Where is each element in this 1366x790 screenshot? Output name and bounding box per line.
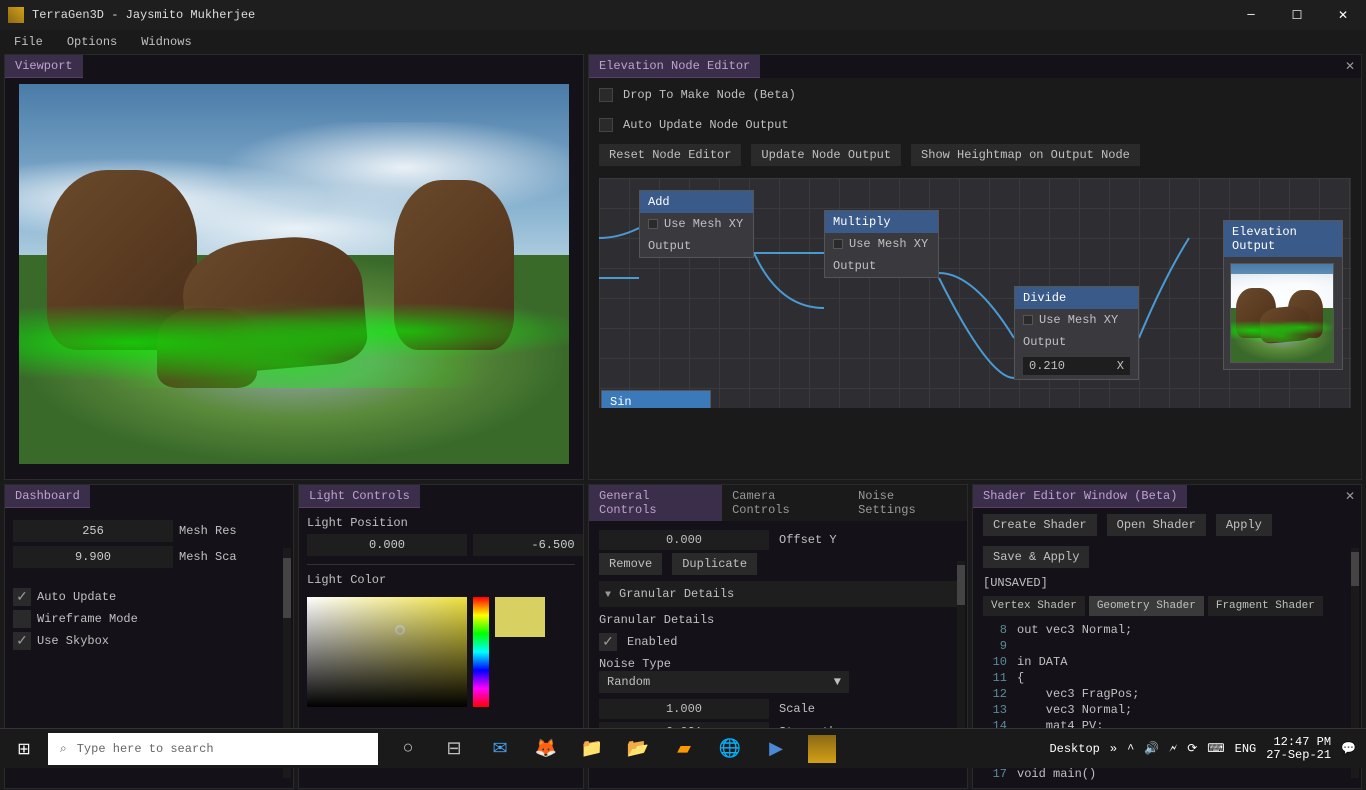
maximize-button[interactable]: ☐ — [1274, 0, 1320, 30]
open-shader-button[interactable]: Open Shader — [1107, 514, 1206, 536]
node-output-title: Elevation Output — [1224, 221, 1342, 257]
task-view-icon[interactable]: ⊟ — [434, 729, 474, 769]
node-elevation-output[interactable]: Elevation Output — [1223, 220, 1343, 370]
color-hue-slider[interactable] — [473, 597, 489, 707]
node-divide-title: Divide — [1015, 287, 1138, 309]
apply-shader-button[interactable]: Apply — [1216, 514, 1272, 536]
node-multiply-title: Multiply — [825, 211, 938, 233]
auto-update-node-label: Auto Update Node Output — [623, 118, 789, 132]
notification-icon[interactable]: 💬 — [1341, 741, 1356, 756]
tab-vertex-shader[interactable]: Vertex Shader — [983, 596, 1085, 616]
node-add-title: Add — [640, 191, 753, 213]
drop-node-label: Drop To Make Node (Beta) — [623, 88, 796, 102]
wireframe-checkbox[interactable] — [13, 610, 31, 628]
start-button[interactable]: ⊞ — [0, 729, 48, 769]
auto-update-node-checkbox[interactable] — [599, 118, 613, 132]
taskbar: ⊞ ⌕ Type here to search ○ ⊟ ✉ 🦊 📁 📂 ▰ 🌐 … — [0, 728, 1366, 768]
light-y-field[interactable] — [473, 534, 583, 556]
desktop-toolbar[interactable]: Desktop — [1049, 742, 1099, 756]
scale-field[interactable]: 1.000 — [599, 699, 769, 719]
shader-tab[interactable]: Shader Editor Window (Beta) — [973, 485, 1187, 508]
viewport-tab[interactable]: Viewport — [5, 55, 83, 78]
explorer-icon[interactable]: 📁 — [572, 729, 612, 769]
skybox-checkbox[interactable] — [13, 632, 31, 650]
terragen-icon[interactable] — [808, 735, 836, 763]
tab-fragment-shader[interactable]: Fragment Shader — [1208, 596, 1323, 616]
cortana-icon[interactable]: ○ — [388, 729, 428, 769]
menu-windows[interactable]: Widnows — [141, 35, 191, 49]
window-title: TerraGen3D - Jaysmito Mukherjee — [32, 8, 1228, 22]
create-shader-button[interactable]: Create Shader — [983, 514, 1097, 536]
node-sin-title: Sin — [602, 391, 710, 408]
mesh-scale-field[interactable] — [13, 546, 173, 568]
firefox-icon[interactable]: 🦊 — [526, 729, 566, 769]
drop-node-checkbox[interactable] — [599, 88, 613, 102]
node-multiply[interactable]: Multiply Use Mesh XY Output — [824, 210, 939, 278]
sublime-icon[interactable]: ▰ — [664, 729, 704, 769]
dashboard-scrollbar[interactable] — [283, 558, 291, 618]
close-icon[interactable]: ✕ — [1345, 59, 1355, 74]
battery-icon[interactable]: 🗲 — [1169, 742, 1177, 756]
node-canvas[interactable]: Add Use Mesh XY Output Multiply Use Mesh… — [599, 178, 1351, 408]
node-editor-panel: Elevation Node Editor ✕ Drop To Make Nod… — [588, 54, 1362, 480]
remove-button[interactable]: Remove — [599, 553, 662, 575]
node-sin[interactable]: Sin — [601, 390, 711, 408]
folder-icon[interactable]: 📂 — [618, 729, 658, 769]
granular-header[interactable]: Granular Details — [599, 581, 957, 607]
close-button[interactable]: ✕ — [1320, 0, 1366, 30]
menu-options[interactable]: Options — [67, 35, 117, 49]
reset-node-button[interactable]: Reset Node Editor — [599, 144, 741, 166]
enabled-checkbox[interactable] — [599, 633, 617, 651]
tray-up-icon[interactable]: ^ — [1127, 742, 1134, 756]
tab-geometry-shader[interactable]: Geometry Shader — [1089, 596, 1204, 616]
light-position-label: Light Position — [307, 516, 575, 530]
app-icon — [8, 7, 24, 23]
chevron-down-icon: ▼ — [834, 675, 841, 689]
close-icon[interactable]: ✕ — [1345, 489, 1355, 504]
powershell-icon[interactable]: ▶ — [756, 729, 796, 769]
clock[interactable]: 12:47 PM 27-Sep-21 — [1266, 736, 1331, 762]
tab-camera[interactable]: Camera Controls — [722, 485, 848, 521]
clear-value-button[interactable]: X — [1117, 359, 1124, 373]
duplicate-button[interactable]: Duplicate — [672, 553, 757, 575]
shader-scrollbar[interactable] — [1351, 552, 1359, 586]
viewport-panel: Viewport — [4, 54, 584, 480]
chevron-down-icon — [605, 587, 611, 601]
mesh-res-field[interactable] — [13, 520, 173, 542]
node-divide[interactable]: Divide Use Mesh XY Output 0.210X — [1014, 286, 1139, 380]
search-icon: ⌕ — [60, 742, 67, 756]
offset-y-field[interactable]: 0.000 — [599, 530, 769, 550]
taskbar-search[interactable]: ⌕ Type here to search — [48, 733, 378, 765]
tray-chevron-icon[interactable]: » — [1110, 742, 1117, 756]
language-indicator[interactable]: ENG — [1235, 742, 1257, 756]
dashboard-tab[interactable]: Dashboard — [5, 485, 90, 508]
tab-noise[interactable]: Noise Settings — [848, 485, 967, 521]
sync-icon[interactable]: ⟳ — [1187, 741, 1197, 756]
light-tab[interactable]: Light Controls — [299, 485, 420, 508]
mail-icon[interactable]: ✉ — [480, 729, 520, 769]
windows-icon: ⊞ — [17, 739, 30, 759]
update-node-button[interactable]: Update Node Output — [751, 144, 901, 166]
volume-icon[interactable]: 🔊 — [1144, 741, 1159, 756]
viewport-render[interactable] — [19, 84, 569, 464]
show-heightmap-button[interactable]: Show Heightmap on Output Node — [911, 144, 1140, 166]
chrome-icon[interactable]: 🌐 — [710, 729, 750, 769]
node-editor-tab[interactable]: Elevation Node Editor — [589, 55, 760, 78]
save-apply-button[interactable]: Save & Apply — [983, 546, 1089, 568]
light-x-field[interactable] — [307, 534, 467, 556]
unsaved-label: [UNSAVED] — [983, 576, 1351, 590]
light-color-label: Light Color — [307, 573, 575, 587]
minimize-button[interactable]: ─ — [1228, 0, 1274, 30]
color-saturation-value[interactable] — [307, 597, 467, 707]
node-add[interactable]: Add Use Mesh XY Output — [639, 190, 754, 258]
auto-update-checkbox[interactable] — [13, 588, 31, 606]
color-swatch — [495, 597, 545, 637]
menu-file[interactable]: File — [14, 35, 43, 49]
output-thumbnail — [1230, 263, 1334, 363]
tab-general[interactable]: General Controls — [589, 485, 722, 521]
noise-type-select[interactable]: Random▼ — [599, 671, 849, 693]
gc-scrollbar[interactable] — [957, 565, 965, 605]
keyboard-icon[interactable]: ⌨ — [1207, 741, 1224, 756]
